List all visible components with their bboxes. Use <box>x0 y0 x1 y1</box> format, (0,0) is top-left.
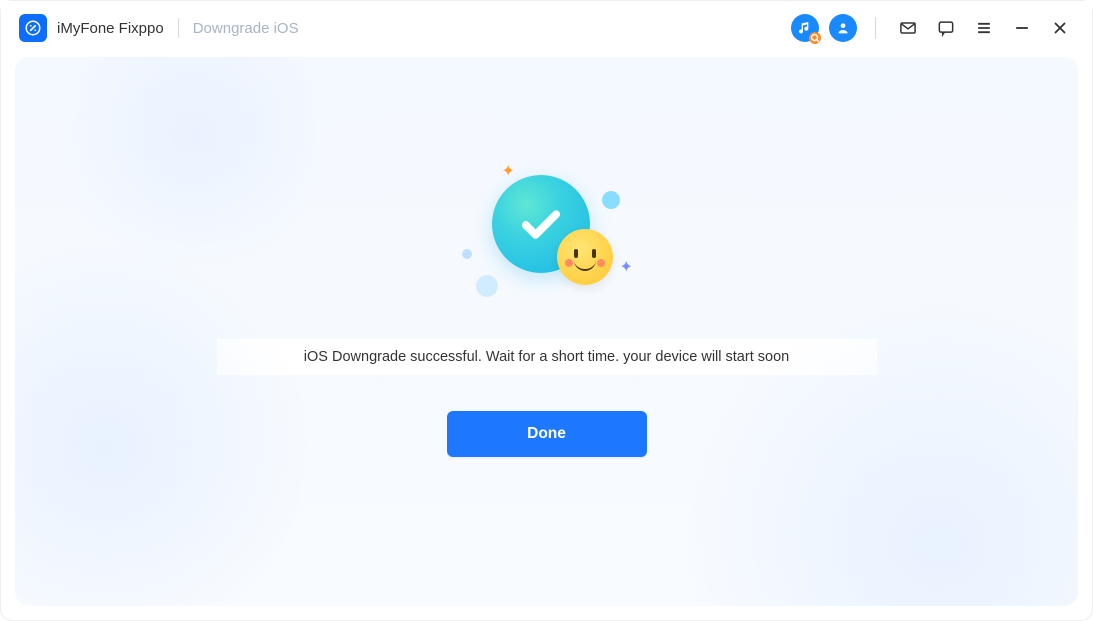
section-name: Downgrade iOS <box>193 20 299 37</box>
title-divider <box>178 18 179 38</box>
success-illustration: ✦ ✦ <box>462 167 632 307</box>
sparkle-icon: ✦ <box>502 161 515 181</box>
app-name: iMyFone Fixppo <box>57 20 164 37</box>
music-badge-icon <box>809 32 821 44</box>
content-area: ✦ ✦ iOS Downgrade successful. Wait for a… <box>15 57 1078 606</box>
titlebar-separator <box>875 17 876 39</box>
close-button[interactable] <box>1046 14 1074 42</box>
music-button[interactable] <box>791 14 819 42</box>
titlebar: iMyFone Fixppo Downgrade iOS <box>1 1 1092 55</box>
profile-button[interactable] <box>829 14 857 42</box>
mail-button[interactable] <box>894 14 922 42</box>
status-message: iOS Downgrade successful. Wait for a sho… <box>217 339 877 375</box>
minimize-button[interactable] <box>1008 14 1036 42</box>
app-logo-icon <box>19 14 47 42</box>
bubble-icon <box>476 275 498 297</box>
titlebar-right <box>791 14 1074 42</box>
menu-button[interactable] <box>970 14 998 42</box>
feedback-button[interactable] <box>932 14 960 42</box>
bubble-icon <box>462 249 472 259</box>
smiley-icon <box>557 229 613 285</box>
sparkle-icon: ✦ <box>620 257 633 277</box>
bubble-icon <box>602 191 620 209</box>
done-button[interactable]: Done <box>447 411 647 457</box>
